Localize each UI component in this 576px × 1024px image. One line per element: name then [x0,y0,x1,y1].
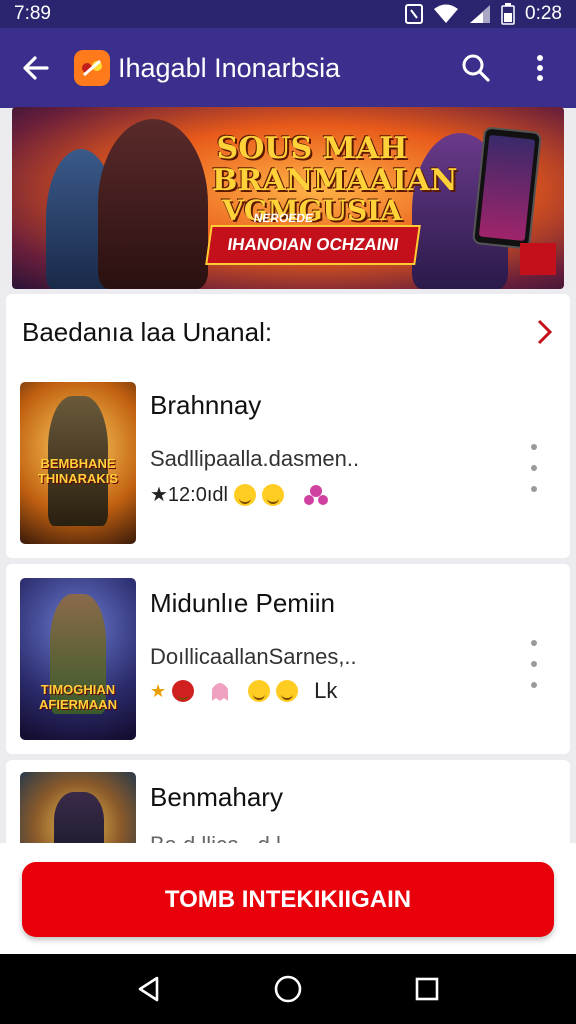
banner-line-2: BRANMAAIAN [212,162,458,198]
banner-corner-tag [520,243,556,275]
search-button[interactable] [454,46,498,90]
ghost-icon [212,683,229,701]
circle-home-icon [274,975,302,1003]
game-name[interactable]: Benmahary [150,782,283,813]
primary-cta-button[interactable]: TOMB INTEKIKIIGAIN [22,862,554,937]
section-title: Baedanıa laa Unanal: [22,316,273,347]
thumb-caption: TIMOGHIAN AFIERMAAN [39,682,117,712]
game-rating: ★12:0ıdl [150,484,228,506]
game-subtitle: DoıllicaallanSarnes,.. [150,644,357,669]
game-subtitle: Sadllipaalla.dasmen.. [150,446,360,471]
status-bar: 7:89 0:28 [0,0,576,28]
banner-ribbon-text: IHANOIAN OCHZAINI [226,235,400,254]
promo-banner[interactable]: SOUS MAH BRANMAAIAN VGMGUSIA NEROEDE IHA… [12,107,564,289]
game-thumbnail[interactable]: BEMBHANE THINARAKIS [20,382,136,544]
smiley-icon [276,680,299,702]
more-vertical-icon [537,55,543,81]
banner-ribbon: NEROEDE IHANOIAN OCHZAINI [205,211,421,265]
section-card: Baedanıa laa Unanal: BEMBHANE THINARAKIS… [6,294,570,558]
app-title: Ihagabl Inonarbsia [118,52,341,83]
smiley-icon [233,483,256,506]
nav-recents-button[interactable] [402,964,452,1014]
cta-container: TOMB INTEKIKIIGAIN [0,843,576,954]
badge-icon [172,680,195,702]
smiley-icon [261,483,284,506]
section-header[interactable]: Baedanıa laa Unanal: [22,312,554,352]
item-menu-button[interactable] [528,444,540,492]
game-name[interactable]: Brahnnay [150,390,261,421]
app-logo [74,50,110,86]
game-thumbnail[interactable]: TIMOGHIAN AFIERMAAN [20,578,136,740]
signal-icon [470,5,491,23]
battery-icon [501,3,515,25]
smiley-icon [248,680,271,702]
game-card[interactable]: TIMOGHIAN AFIERMAAN Midunlıe Pemiin Doıl… [6,564,570,754]
chevron-right-icon[interactable] [536,318,554,346]
status-clock: 0:28 [525,3,562,24]
banner-ribbon-small: NEROEDE [252,211,315,225]
square-recents-icon [415,977,438,1001]
game-meta-label: Lk [314,678,338,703]
back-button[interactable] [14,46,58,90]
game-name[interactable]: Midunlıe Pemiin [150,588,335,619]
search-icon [462,54,490,82]
thumb-caption: BEMBHANE THINARAKIS [37,456,119,486]
star-icon: ★ [150,680,167,701]
triangle-back-icon [139,976,159,1002]
system-nav-bar [0,954,576,1024]
overflow-menu-button[interactable] [518,46,562,90]
banner-phone-image [471,126,543,250]
game-meta: ★12:0ıdl [150,482,330,507]
banner-character-hero [98,119,208,289]
app-bar: Ihagabl Inonarbsia [0,28,576,108]
berry-icon [303,484,328,505]
nav-back-button[interactable] [124,964,174,1014]
item-menu-button[interactable] [528,640,540,688]
status-time: 7:89 [14,3,51,24]
game-meta: ★ Lk [150,678,337,704]
logo-mark-icon [82,59,102,77]
arrow-left-icon [23,56,49,80]
banner-line-1: SOUS MAH [216,131,408,166]
wifi-icon [434,4,459,23]
nav-home-button[interactable] [263,964,313,1014]
status-icons: 0:28 [405,3,562,25]
nfc-icon [405,4,424,24]
